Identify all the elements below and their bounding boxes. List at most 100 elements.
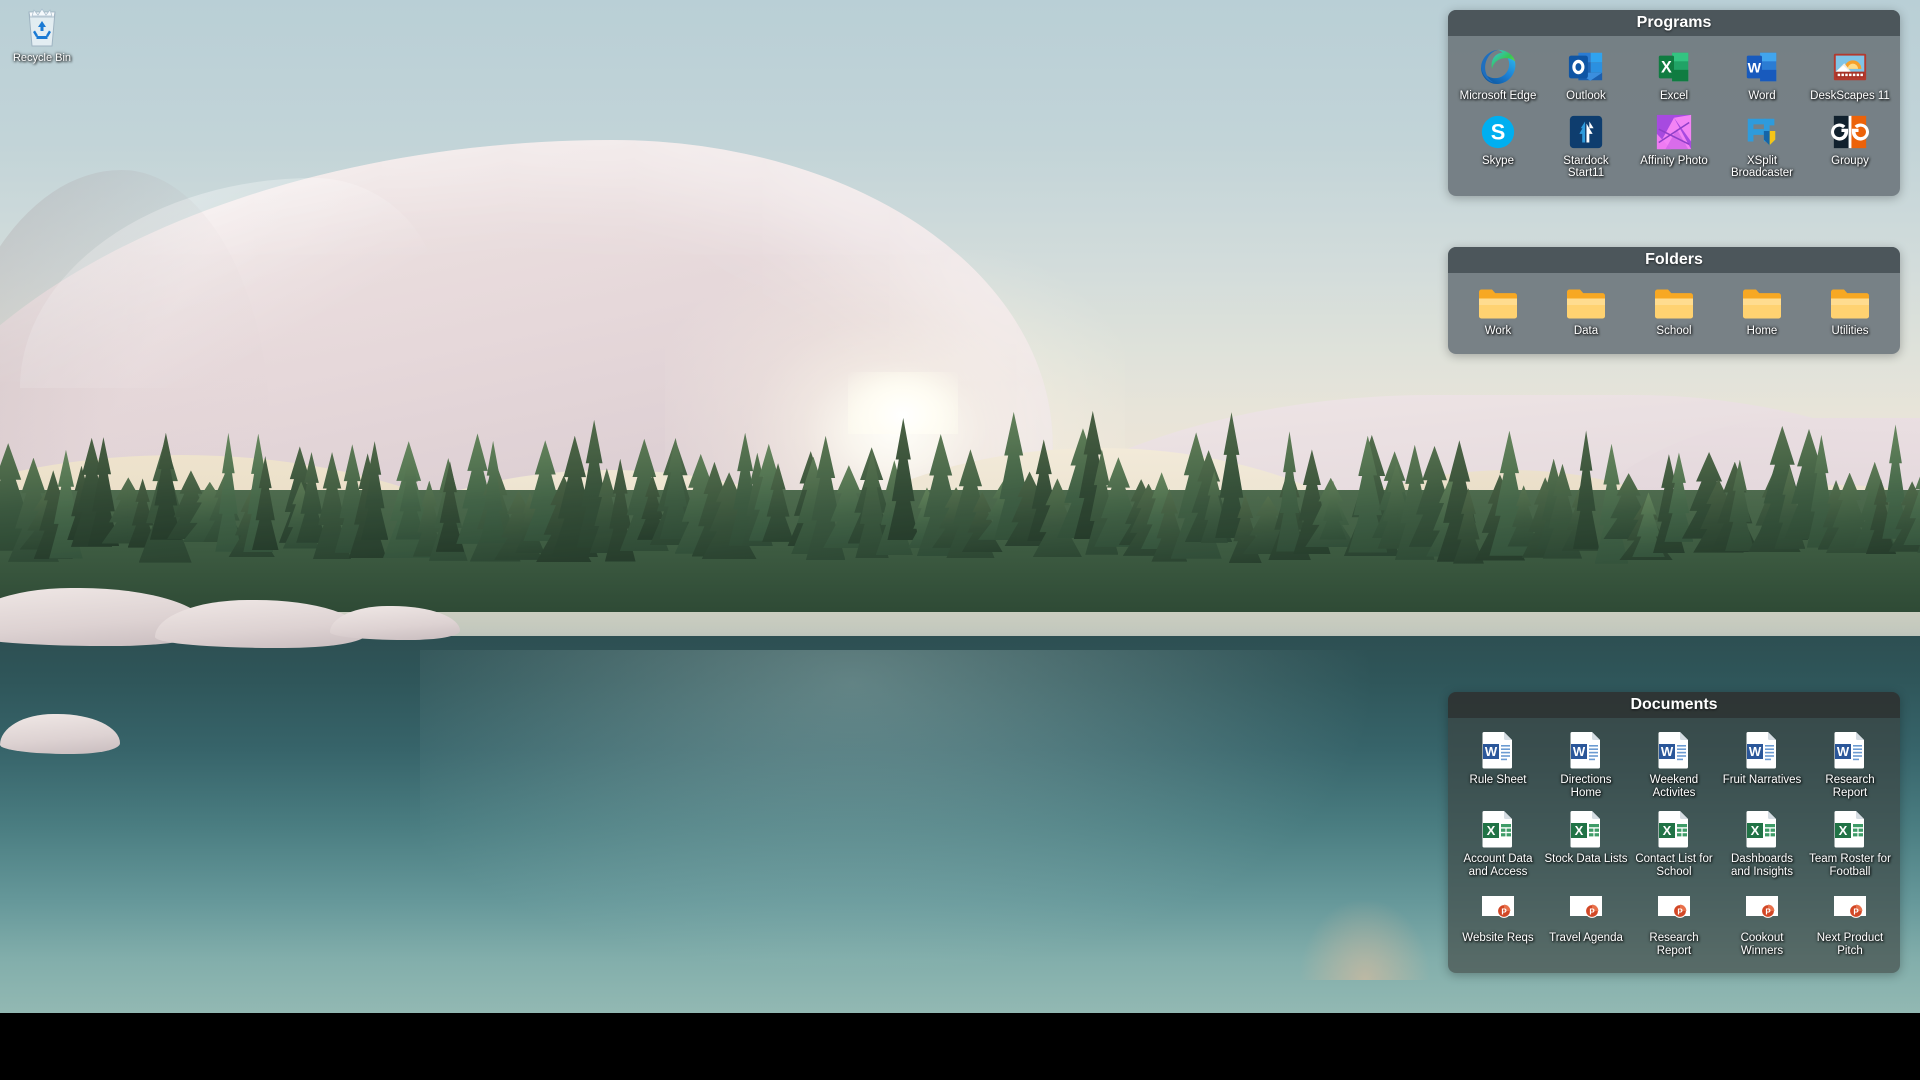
svg-text:S: S [1491,119,1506,144]
powerpoint-doc-icon: P [1480,888,1516,928]
word-doc-icon: W [1656,730,1692,770]
svg-text:W: W [1749,744,1762,759]
fence-item-label: Skype [1482,154,1514,167]
fence-item-xsplit-broadcaster[interactable]: XSplit Broadcaster [1718,109,1806,186]
fence-item-team-roster-for-football[interactable]: X Team Roster for Football [1806,805,1894,884]
fence-item-label: Cookout Winners [1740,932,1784,957]
fence-item-label: Fruit Narratives [1722,774,1802,786]
fence-item-label: Data [1573,325,1599,337]
fence-item-outlook[interactable]: Outlook [1542,44,1630,109]
fence-item-account-data-and-access[interactable]: X Account Data and Access [1454,805,1542,884]
svg-text:P: P [1765,907,1771,916]
powerpoint-doc-icon: P [1568,888,1604,928]
folder-icon [1477,285,1519,321]
fence-item-fruit-narratives[interactable]: W Fruit Narratives [1718,726,1806,805]
fence-item-home[interactable]: Home [1718,281,1806,344]
fence-item-website-reqs[interactable]: P Website Reqs [1454,884,1542,963]
fence-body-documents: W Rule Sheet W Directions Home W Weekend… [1448,718,1900,973]
fence-item-skype[interactable]: S Skype [1454,109,1542,186]
affinity-photo-icon [1655,113,1693,151]
fence-item-stock-data-lists[interactable]: X Stock Data Lists [1542,805,1630,884]
svg-text:P: P [1589,907,1595,916]
fence-item-travel-agenda[interactable]: P Travel Agenda [1542,884,1630,963]
svg-text:X: X [1575,823,1584,838]
fence-item-rule-sheet[interactable]: W Rule Sheet [1454,726,1542,805]
microsoft-edge-icon [1479,48,1517,86]
fence-item-contact-list-for-school[interactable]: X Contact List for School [1630,805,1718,884]
desktop-icon-label: Recycle Bin [12,52,72,64]
fence-item-word[interactable]: W Word [1718,44,1806,109]
powerpoint-doc-icon: P [1744,888,1780,928]
svg-text:P: P [1501,907,1507,916]
fence-item-label: Groupy [1831,154,1869,167]
fence-item-affinity-photo[interactable]: Affinity Photo [1630,109,1718,186]
fence-item-label: Team Roster for Football [1809,853,1891,878]
svg-text:X: X [1663,823,1672,838]
excel-doc-icon: X [1744,809,1780,849]
fence-item-utilities[interactable]: Utilities [1806,281,1894,344]
fence-item-label: Stardock Start11 [1563,154,1609,180]
fence-item-label: XSplit Broadcaster [1730,154,1793,180]
fence-item-research-report[interactable]: W Research Report [1806,726,1894,805]
svg-text:X: X [1661,59,1672,77]
svg-text:W: W [1837,744,1850,759]
fence-panel-documents[interactable]: Documents W Rule Sheet W Directions Home [1448,692,1900,973]
fence-item-label: Rule Sheet [1469,774,1527,786]
fence-item-work[interactable]: Work [1454,281,1542,344]
fence-item-label: Dashboards and Insights [1730,853,1793,878]
fence-item-next-product-pitch[interactable]: P Next Product Pitch [1806,884,1894,963]
fence-panel-programs[interactable]: Programs Microsoft Edge Outlook X Excel … [1448,10,1900,196]
fence-item-data[interactable]: Data [1542,281,1630,344]
fence-item-label: Affinity Photo [1640,154,1708,167]
fence-item-microsoft-edge[interactable]: Microsoft Edge [1454,44,1542,109]
fence-item-label: Work [1484,325,1512,337]
fence-item-stardock-start11[interactable]: Stardock Start11 [1542,109,1630,186]
svg-text:W: W [1661,744,1674,759]
desktop-screen: Recycle Bin Programs Microsoft Edge Outl… [0,0,1920,1080]
fence-title-documents: Documents [1448,692,1900,718]
folder-icon [1565,285,1607,321]
folder-icon [1829,285,1871,321]
fence-item-label: Word [1748,90,1776,102]
fence-item-label: Microsoft Edge [1459,90,1537,102]
folder-icon [1741,285,1783,321]
fence-item-label: Travel Agenda [1549,932,1623,944]
fence-item-label: Weekend Activites [1649,774,1699,799]
fence-body-folders: Work Data School Home Utilities [1448,273,1900,354]
fence-item-label: Utilities [1831,325,1869,337]
fence-item-cookout-winners[interactable]: P Cookout Winners [1718,884,1806,963]
outlook-icon [1567,48,1605,86]
svg-text:W: W [1485,744,1498,759]
recycle-bin-icon [22,6,62,48]
fence-item-directions-home[interactable]: W Directions Home [1542,726,1630,805]
excel-icon: X [1655,48,1693,86]
desktop-icon-recycle-bin[interactable]: Recycle Bin [3,6,81,65]
svg-text:W: W [1573,744,1586,759]
fence-item-label: Stock Data Lists [1544,853,1628,865]
svg-text:W: W [1748,61,1762,77]
fence-title-folders: Folders [1448,247,1900,273]
excel-doc-icon: X [1480,809,1516,849]
fence-item-label: Next Product Pitch [1816,932,1884,957]
skype-icon: S [1479,113,1517,151]
fence-item-groupy[interactable]: Groupy [1806,109,1894,186]
word-icon: W [1743,48,1781,86]
deskscapes-icon [1831,48,1869,86]
powerpoint-doc-icon: P [1832,888,1868,928]
fence-item-deskscapes-11[interactable]: DeskScapes 11 [1806,44,1894,109]
fence-item-excel[interactable]: X Excel [1630,44,1718,109]
screen-bottom-letterbox [0,1013,1920,1080]
icon-grid-documents: W Rule Sheet W Directions Home W Weekend… [1454,726,1894,963]
fence-panel-folders[interactable]: Folders Work Data School Home Utilities [1448,247,1900,354]
excel-doc-icon: X [1656,809,1692,849]
groupy-icon [1831,113,1869,151]
fence-item-label: Excel [1659,90,1689,102]
fence-item-dashboards-and-insights[interactable]: X Dashboards and Insights [1718,805,1806,884]
svg-text:P: P [1677,907,1683,916]
fence-item-school[interactable]: School [1630,281,1718,344]
fence-item-weekend-activites[interactable]: W Weekend Activites [1630,726,1718,805]
svg-text:X: X [1751,823,1760,838]
start11-icon [1567,113,1605,151]
svg-text:P: P [1853,907,1859,916]
fence-item-research-report[interactable]: P Research Report [1630,884,1718,963]
